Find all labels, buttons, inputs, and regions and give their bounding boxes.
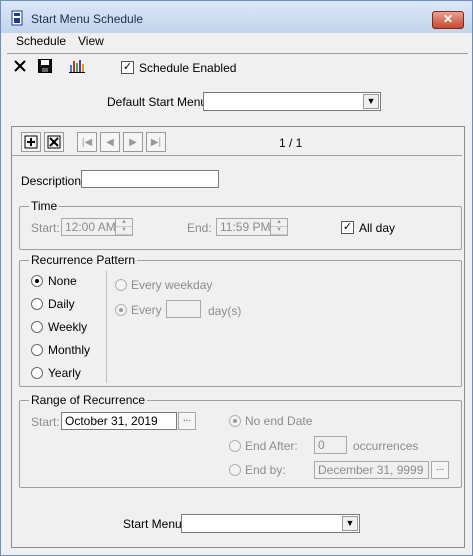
time-end-input[interactable]: 11:59 PM ▲ ▼ xyxy=(216,218,288,236)
every-weekday-label: Every weekday xyxy=(131,278,213,292)
app-icon xyxy=(11,10,23,26)
time-end-label: End: xyxy=(187,221,212,235)
recurrence-divider xyxy=(106,271,107,383)
toolbar-divider xyxy=(7,53,468,54)
default-start-menu-label: Default Start Menu xyxy=(107,95,208,109)
recurrence-monthly-radio[interactable] xyxy=(31,344,43,356)
start-menu-select[interactable]: ▼ xyxy=(181,514,360,533)
all-day-checkbox[interactable]: ✓ xyxy=(341,221,354,234)
end-by-picker-button[interactable]: ... xyxy=(431,461,449,479)
first-record-button[interactable]: |◀ xyxy=(77,132,97,152)
range-group-title: Range of Recurrence xyxy=(29,393,148,407)
report-button[interactable] xyxy=(67,56,87,76)
description-input[interactable] xyxy=(81,170,219,188)
time-end-value: 11:59 PM xyxy=(220,220,271,234)
time-start-label: Start: xyxy=(31,221,60,235)
add-record-icon xyxy=(24,135,38,149)
recurrence-daily-radio[interactable] xyxy=(31,298,43,310)
prev-record-button[interactable]: ◀ xyxy=(100,132,120,152)
no-end-date-label: No end Date xyxy=(245,414,313,428)
end-after-radio[interactable] xyxy=(229,440,241,452)
navigator-divider xyxy=(12,155,462,156)
end-by-radio[interactable] xyxy=(229,464,241,476)
every-days-input[interactable] xyxy=(166,300,201,318)
time-group-title: Time xyxy=(29,199,60,213)
end-by-label: End by: xyxy=(245,463,286,477)
chevron-down-icon[interactable]: ▼ xyxy=(342,516,358,531)
close-button[interactable]: ✕ xyxy=(432,11,464,29)
first-icon: |◀ xyxy=(81,136,93,148)
recurrence-weekly-label: Weekly xyxy=(48,320,88,334)
description-label: Description xyxy=(21,174,82,188)
prev-icon: ◀ xyxy=(106,136,114,148)
menu-schedule[interactable]: Schedule xyxy=(16,34,66,48)
bar-chart-icon xyxy=(69,60,85,73)
save-button[interactable] xyxy=(35,56,55,76)
recurrence-monthly-label: Monthly xyxy=(48,343,91,357)
end-after-label: End After: xyxy=(245,439,298,453)
time-start-input[interactable]: 12:00 AM ▲ ▼ xyxy=(61,218,133,236)
schedule-enabled-checkbox[interactable]: ✓ xyxy=(121,61,134,74)
start-menu-label: Start Menu xyxy=(123,517,182,531)
range-start-picker-button[interactable]: ... xyxy=(178,412,196,430)
every-n-days-radio[interactable] xyxy=(115,304,127,316)
record-position: 1 / 1 xyxy=(279,136,303,150)
recurrence-group-title: Recurrence Pattern xyxy=(29,253,138,267)
title-bar[interactable]: Start Menu Schedule ✕ xyxy=(1,1,472,33)
schedule-enabled-label: Schedule Enabled xyxy=(139,61,237,75)
time-end-spinner[interactable]: ▲ ▼ xyxy=(270,219,287,235)
days-label: day(s) xyxy=(208,304,242,318)
every-weekday-radio[interactable] xyxy=(115,279,127,291)
chevron-down-icon[interactable]: ▼ xyxy=(363,94,379,109)
end-after-input[interactable]: 0 xyxy=(314,436,347,454)
next-icon: ▶ xyxy=(129,136,137,148)
recurrence-none-label: None xyxy=(48,274,77,288)
delete-record-icon xyxy=(47,135,61,149)
default-start-menu-select[interactable]: ▼ xyxy=(203,92,381,111)
add-record-button[interactable] xyxy=(21,132,41,152)
all-day-label: All day xyxy=(359,221,396,235)
last-record-button[interactable]: ▶| xyxy=(146,132,166,152)
recurrence-daily-label: Daily xyxy=(48,297,75,311)
menu-bar: Schedule View xyxy=(2,33,471,51)
recurrence-yearly-radio[interactable] xyxy=(31,367,43,379)
next-record-button[interactable]: ▶ xyxy=(123,132,143,152)
menu-view[interactable]: View xyxy=(78,34,104,48)
window-title: Start Menu Schedule xyxy=(31,12,144,26)
time-start-spinner[interactable]: ▲ ▼ xyxy=(115,219,132,235)
range-start-label: Start: xyxy=(31,415,60,429)
every-label: Every xyxy=(131,303,162,317)
time-start-value: 12:00 AM xyxy=(65,220,116,234)
no-end-date-radio[interactable] xyxy=(229,415,241,427)
delete-button[interactable] xyxy=(10,56,30,76)
recurrence-yearly-label: Yearly xyxy=(48,366,81,380)
delete-record-button[interactable] xyxy=(44,132,64,152)
last-icon: ▶| xyxy=(150,136,162,148)
close-x-icon xyxy=(14,60,26,72)
end-by-input[interactable]: December 31, 9999 xyxy=(314,461,429,479)
occurrences-label: occurrences xyxy=(353,439,419,453)
recurrence-weekly-radio[interactable] xyxy=(31,321,43,333)
range-start-input[interactable]: October 31, 2019 xyxy=(61,412,177,430)
floppy-disk-icon xyxy=(38,59,52,73)
recurrence-none-radio[interactable] xyxy=(31,275,43,287)
window: Start Menu Schedule ✕ Schedule View ✓ Sc… xyxy=(0,0,473,556)
